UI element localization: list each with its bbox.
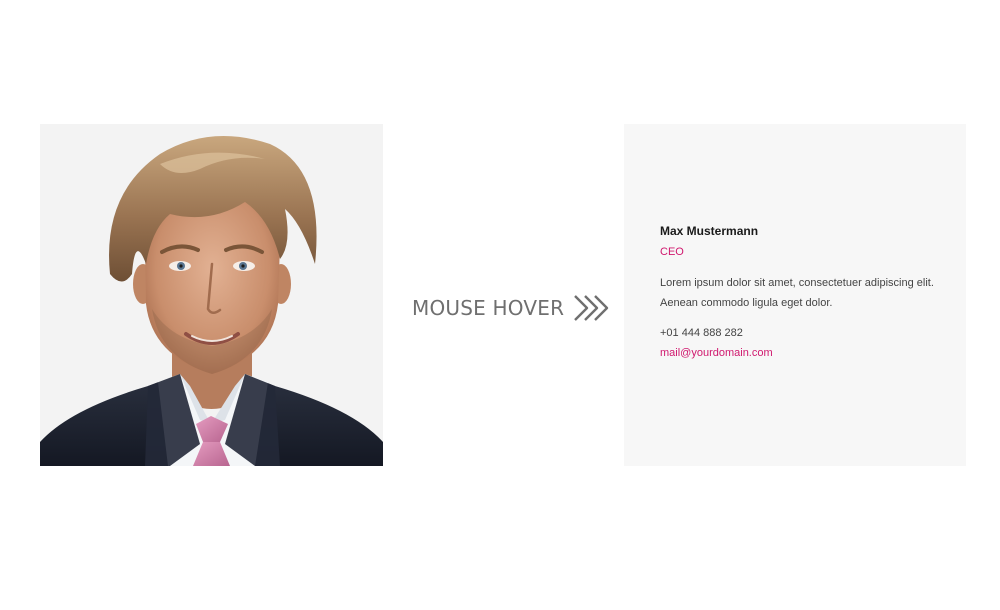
mouse-hover-label: MOUSE HOVER — [412, 296, 565, 320]
team-member-name: Max Mustermann — [660, 224, 759, 238]
team-member-photo-card[interactable] — [40, 124, 383, 466]
team-member-email-link[interactable]: mail@yourdomain.com — [660, 343, 940, 363]
team-member-bio: Lorem ipsum dolor sit amet, consectetuer… — [660, 277, 934, 309]
team-member-role: CEO — [660, 246, 684, 258]
mouse-hover-indicator: MOUSE HOVER — [412, 290, 613, 326]
team-member-portrait — [40, 124, 383, 466]
team-member-phone: +01 444 888 282 — [660, 327, 743, 339]
double-chevron-right-icon — [574, 295, 609, 321]
team-member-info: Max Mustermann CEO Lorem ipsum dolor sit… — [660, 222, 940, 363]
team-member-info-card[interactable]: Max Mustermann CEO Lorem ipsum dolor sit… — [624, 124, 966, 466]
